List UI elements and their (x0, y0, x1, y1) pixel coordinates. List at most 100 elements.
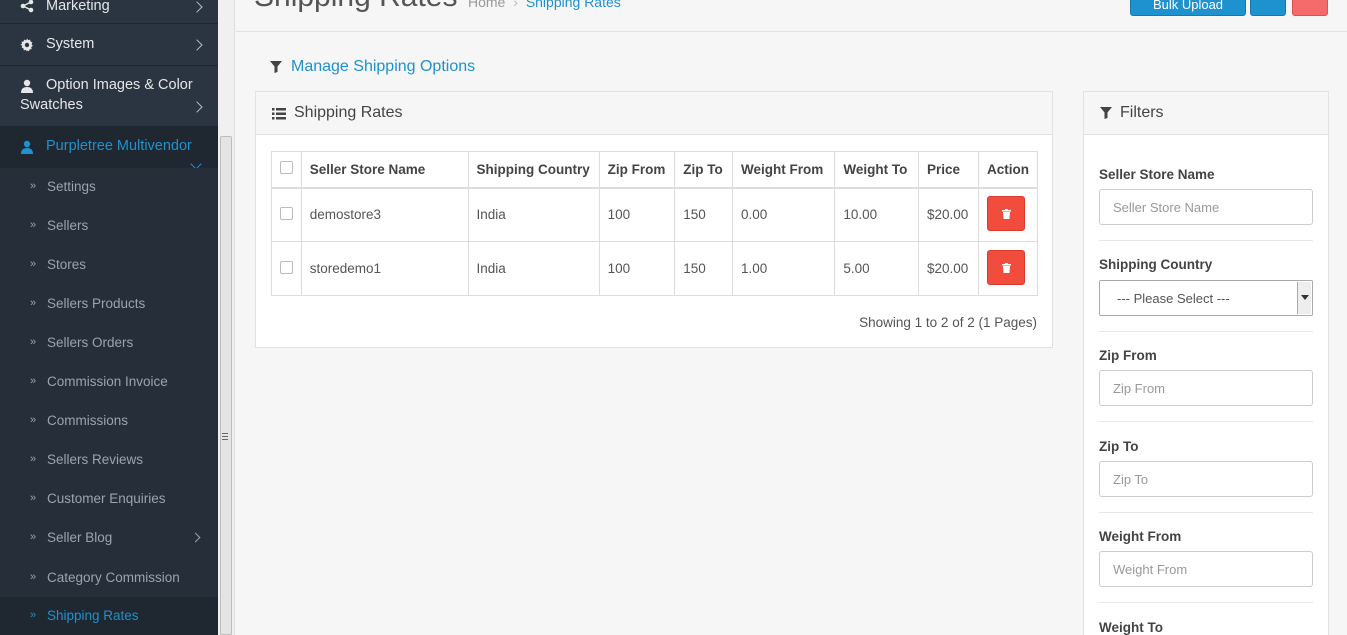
chevron-down-icon (1297, 282, 1311, 314)
nav-option-images[interactable]: Option Images & Color Swatches (0, 66, 218, 127)
nav-option-images-label-1: Option Images & Color (46, 77, 193, 93)
col-weight-from[interactable]: Weight From (731, 151, 836, 189)
submenu-purpletree: » Settings » Sellers » Stores » Sellers Prod… (0, 168, 218, 635)
sidebar-item-label: Commissions (47, 413, 129, 428)
breadcrumb-separator: › (513, 0, 518, 10)
trash-icon (1002, 208, 1011, 219)
sidebar-item-commissions[interactable]: » Commissions (0, 402, 218, 441)
shipping-country-select[interactable]: --- Please Select --- (1099, 280, 1313, 316)
sidebar-item-seller-blog[interactable]: » Seller Blog (0, 519, 218, 558)
shipping-country-value: --- Please Select --- (1117, 291, 1230, 306)
weight-from-input[interactable] (1099, 551, 1313, 587)
cell-zip-to: 150 (674, 241, 733, 296)
sidebar-item-sellers[interactable]: » Sellers (0, 207, 218, 246)
col-weight-to[interactable]: Weight To (834, 151, 919, 189)
nav-marketing-label: Marketing (46, 0, 110, 14)
col-seller-store-name[interactable]: Seller Store Name (300, 151, 469, 189)
row-checkbox[interactable] (279, 206, 293, 220)
double-chevron-icon: » (30, 375, 37, 387)
chevron-right-icon (190, 532, 201, 543)
sidebar-item-sellers-orders[interactable]: » Sellers Orders (0, 324, 218, 363)
weight-from-label: Weight From (1099, 529, 1182, 544)
nav-marketing[interactable]: Marketing (0, 0, 218, 24)
cell-weight-to: 10.00 (834, 187, 919, 242)
trash-icon (1002, 262, 1011, 273)
delete-row-button[interactable] (987, 195, 1025, 231)
filter-icon (1100, 107, 1112, 119)
divider (1099, 331, 1313, 332)
sidebar-item-sellers-products[interactable]: » Sellers Products (0, 285, 218, 324)
nav-option-images-label-2: Swatches (20, 97, 83, 113)
divider (1099, 421, 1313, 422)
filter-icon (270, 61, 282, 73)
shipping-country-label: Shipping Country (1099, 257, 1213, 272)
cell-zip-from: 100 (598, 241, 676, 296)
sidebar-item-shipping-rates[interactable]: » Shipping Rates (0, 597, 218, 635)
manage-shipping-options-label: Manage Shipping Options (291, 58, 476, 75)
col-shipping-country[interactable]: Shipping Country (467, 151, 600, 189)
double-chevron-icon: » (30, 219, 37, 231)
sidebar-item-sellers-reviews[interactable]: » Sellers Reviews (0, 441, 218, 480)
pagination-info: Showing 1 to 2 of 2 (1 Pages) (859, 315, 1037, 330)
row-select-cell (271, 241, 302, 296)
cell-action (978, 241, 1038, 296)
info-button[interactable] (1250, 0, 1286, 16)
col-price[interactable]: Price (917, 151, 980, 189)
select-all-checkbox[interactable] (279, 161, 293, 175)
nav-purpletree-multivendor[interactable]: Purpletree Multivendor (0, 127, 218, 170)
user-icon (21, 140, 33, 154)
divider (1099, 602, 1313, 603)
delete-row-button[interactable] (987, 249, 1025, 285)
cell-action (978, 187, 1038, 242)
nav-system[interactable]: System (0, 24, 218, 66)
sidebar-item-label: Sellers Reviews (47, 452, 144, 467)
shipping-rates-table: Seller Store Name Shipping Country Zip F… (271, 151, 1038, 296)
user-icon (21, 79, 33, 93)
sidebar-item-commission-invoice[interactable]: » Commission Invoice (0, 363, 218, 402)
double-chevron-icon: » (30, 297, 37, 309)
cell-weight-to: 5.00 (834, 241, 919, 296)
weight-to-label: Weight To (1099, 620, 1163, 635)
row-select-cell (271, 187, 302, 242)
grip-icon (222, 433, 228, 442)
cell-store: storedemo1 (300, 241, 469, 296)
cell-weight-from: 0.00 (731, 187, 836, 242)
sidebar-item-category-commission[interactable]: » Category Commission (0, 559, 218, 598)
col-zip-to[interactable]: Zip To (674, 151, 733, 189)
sidebar-item-label: Stores (47, 257, 87, 272)
zip-from-input[interactable] (1099, 370, 1313, 406)
breadcrumb-current[interactable]: Shipping Rates (526, 0, 621, 10)
sidebar-item-customer-enquiries[interactable]: » Customer Enquiries (0, 480, 218, 519)
cell-country: India (467, 187, 600, 242)
sidebar-item-label: Seller Blog (47, 530, 113, 545)
breadcrumb-home[interactable]: Home (468, 0, 505, 10)
seller-store-name-input[interactable] (1099, 189, 1313, 225)
sidebar-item-settings[interactable]: » Settings (0, 168, 218, 207)
page-title: Shipping Rates (254, 0, 457, 14)
share-icon (20, 0, 34, 13)
cell-zip-to: 150 (674, 187, 733, 242)
gear-icon (20, 38, 33, 52)
bulk-upload-button[interactable]: Bulk Upload (1130, 0, 1246, 16)
double-chevron-icon: » (30, 336, 37, 348)
row-checkbox[interactable] (279, 260, 293, 274)
sidebar-item-label: Customer Enquiries (47, 491, 166, 506)
cell-country: India (467, 241, 600, 296)
scrollbar-thumb[interactable] (220, 136, 232, 635)
cell-zip-from: 100 (598, 187, 676, 242)
divider (1099, 240, 1313, 241)
zip-to-input[interactable] (1099, 461, 1313, 497)
sidebar-item-label: Sellers Orders (47, 335, 134, 350)
double-chevron-icon: » (30, 531, 37, 543)
breadcrumb: Home › Shipping Rates (468, 0, 621, 10)
double-chevron-icon: » (30, 453, 37, 465)
sidebar-item-label: Sellers (47, 218, 89, 233)
sidebar-scrollbar[interactable] (218, 0, 235, 635)
col-zip-from[interactable]: Zip From (598, 151, 676, 189)
sidebar-item-stores[interactable]: » Stores (0, 246, 218, 285)
cell-price: $20.00 (917, 187, 980, 242)
delete-selected-button[interactable] (1292, 0, 1328, 16)
chevron-right-icon (191, 39, 203, 51)
panel-title: Shipping Rates (294, 104, 403, 121)
sidebar-item-label: Commission Invoice (47, 374, 168, 389)
